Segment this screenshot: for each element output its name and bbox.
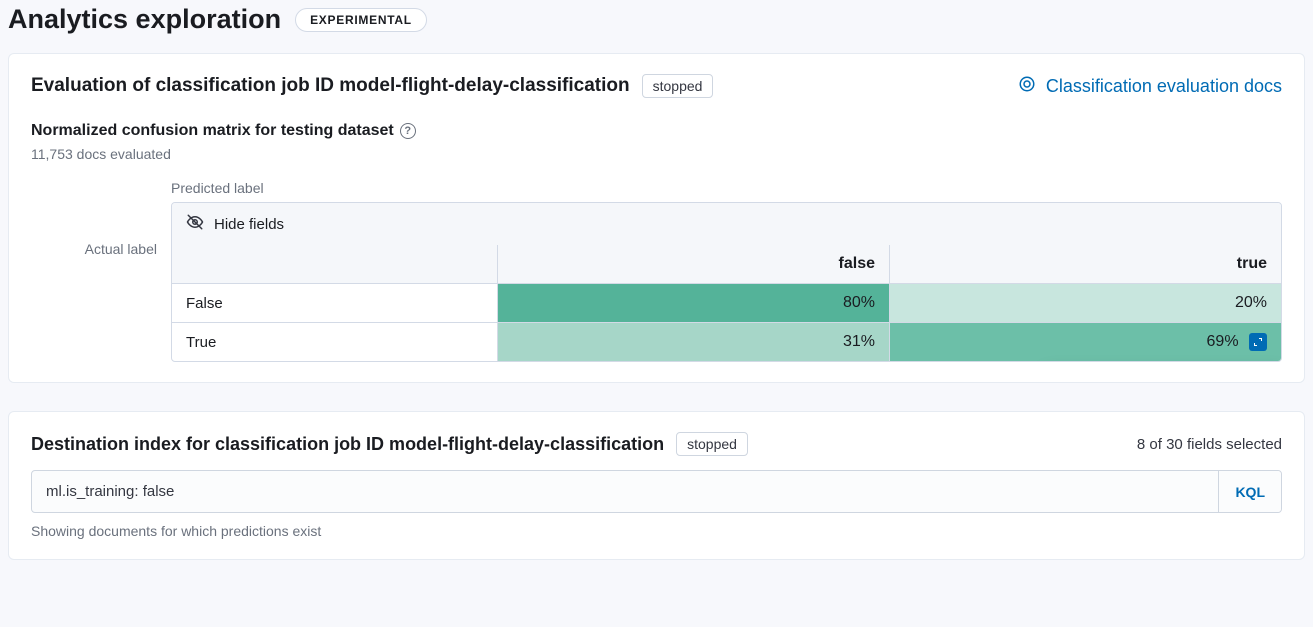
evaluation-panel: Evaluation of classification job ID mode… bbox=[8, 53, 1305, 383]
query-bar: KQL bbox=[31, 470, 1282, 513]
confusion-matrix-table: Hide fields false true False 80% 20% Tru… bbox=[171, 202, 1282, 362]
expand-icon[interactable] bbox=[1249, 333, 1267, 351]
destination-panel: Destination index for classification job… bbox=[8, 411, 1305, 560]
page-title: Analytics exploration bbox=[8, 4, 281, 35]
col-header-true[interactable]: true bbox=[889, 245, 1281, 283]
matrix-cell-value: 69% bbox=[1207, 333, 1239, 350]
col-header-false[interactable]: false bbox=[498, 245, 889, 283]
experimental-badge: EXPERIMENTAL bbox=[295, 8, 427, 32]
search-input[interactable] bbox=[32, 471, 1218, 512]
destination-title: Destination index for classification job… bbox=[31, 434, 664, 455]
fields-selected-count: 8 of 30 fields selected bbox=[1137, 436, 1282, 453]
table-row: False 80% 20% bbox=[172, 283, 1281, 322]
docs-link-label: Classification evaluation docs bbox=[1046, 76, 1282, 97]
row-header-true: True bbox=[172, 323, 498, 361]
confusion-matrix-heading-text: Normalized confusion matrix for testing … bbox=[31, 122, 394, 140]
eye-off-icon bbox=[186, 213, 204, 235]
page-header: Analytics exploration EXPERIMENTAL bbox=[8, 0, 1305, 53]
hide-fields-label: Hide fields bbox=[214, 216, 284, 233]
status-badge: stopped bbox=[676, 432, 748, 456]
matrix-cell[interactable]: 31% bbox=[498, 323, 889, 361]
status-badge: stopped bbox=[642, 74, 714, 98]
table-row: True 31% 69% 2038 / 2952 * 100 = 69% bbox=[172, 322, 1281, 361]
row-header-false: False bbox=[172, 284, 498, 322]
matrix-header-row: false true bbox=[172, 245, 1281, 283]
matrix-header-empty bbox=[172, 245, 498, 283]
matrix-cell-selected[interactable]: 69% 2038 / 2952 * 100 = 69% bbox=[889, 323, 1281, 361]
actual-label: Actual label bbox=[31, 180, 171, 259]
question-icon[interactable]: ? bbox=[400, 123, 416, 139]
kql-button[interactable]: KQL bbox=[1218, 471, 1281, 512]
evaluation-title: Evaluation of classification job ID mode… bbox=[31, 75, 630, 97]
predictions-help-text: Showing documents for which predictions … bbox=[31, 523, 1282, 539]
docs-evaluated-count: 11,753 docs evaluated bbox=[31, 146, 1282, 162]
predicted-label: Predicted label bbox=[171, 180, 1282, 196]
confusion-matrix-heading: Normalized confusion matrix for testing … bbox=[31, 122, 1282, 140]
hide-fields-button[interactable]: Hide fields bbox=[172, 203, 1281, 245]
help-icon bbox=[1018, 75, 1036, 98]
docs-link[interactable]: Classification evaluation docs bbox=[1018, 75, 1282, 98]
matrix-cell[interactable]: 80% bbox=[498, 284, 889, 322]
matrix-cell[interactable]: 20% bbox=[889, 284, 1281, 322]
